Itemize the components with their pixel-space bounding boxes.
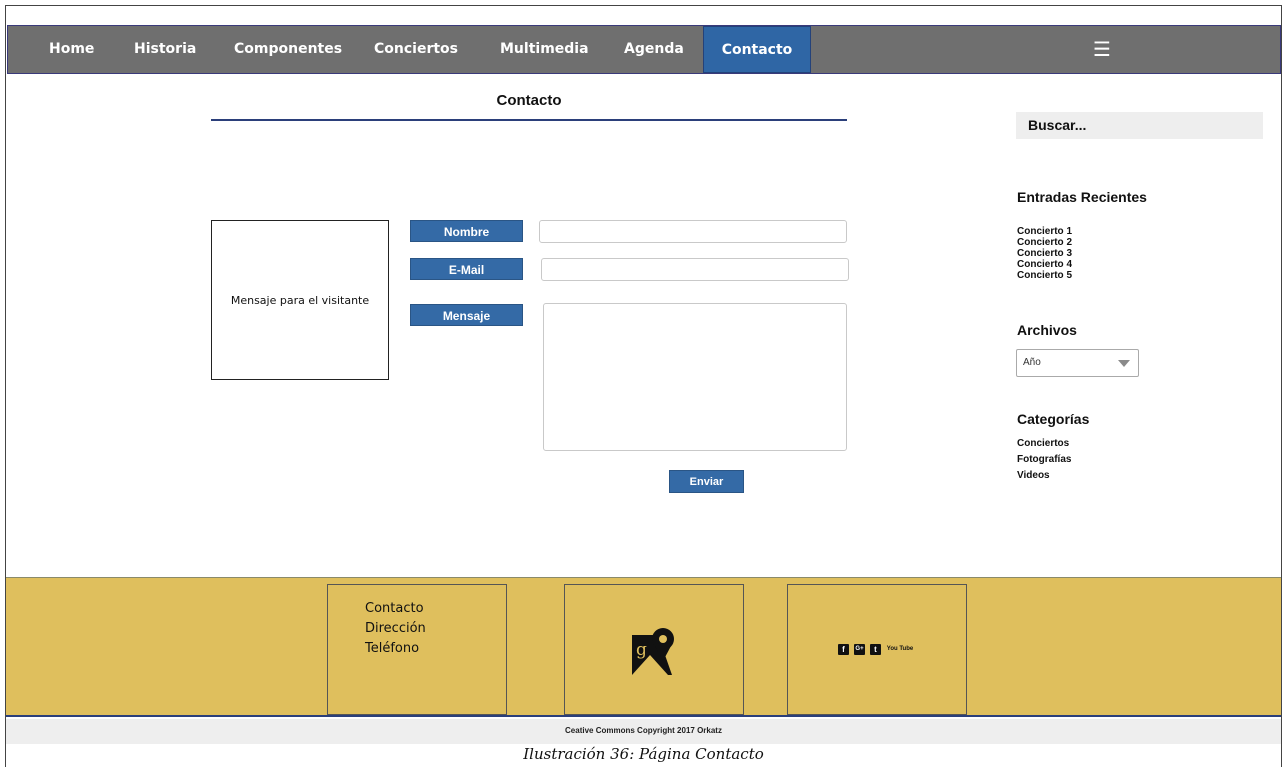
top-navbar: Home Historia Componentes Conciertos Mul… xyxy=(7,25,1281,74)
nav-conciertos[interactable]: Conciertos xyxy=(374,26,458,73)
list-item[interactable]: Concierto 3 xyxy=(1017,248,1072,259)
chevron-down-icon xyxy=(1118,360,1130,367)
google-maps-icon[interactable]: g xyxy=(628,625,680,677)
recent-entries-list: Concierto 1 Concierto 2 Concierto 3 Conc… xyxy=(1017,226,1072,281)
year-select-value: Año xyxy=(1023,357,1041,368)
footer-map-box: g xyxy=(564,584,744,715)
categories-heading: Categorías xyxy=(1017,411,1090,427)
footer: Contacto Dirección Teléfono g f G+ t You… xyxy=(6,577,1281,717)
page-title: Contacto xyxy=(496,92,562,109)
categories-list: Conciertos Fotografías Videos xyxy=(1017,436,1071,484)
recent-entries-heading: Entradas Recientes xyxy=(1017,189,1147,205)
message-label: Mensaje xyxy=(410,304,523,326)
visitor-message-box: Mensaje para el visitante xyxy=(211,220,389,380)
footer-social-box: f G+ t You Tube xyxy=(787,584,967,715)
title-divider xyxy=(211,119,847,121)
nav-home[interactable]: Home xyxy=(49,26,94,73)
youtube-icon[interactable]: You Tube xyxy=(886,644,914,655)
list-item[interactable]: Concierto 4 xyxy=(1017,259,1072,270)
list-item[interactable]: Videos xyxy=(1017,468,1071,484)
footer-contact-box: Contacto Dirección Teléfono xyxy=(327,584,507,715)
nav-contacto[interactable]: Contacto xyxy=(703,26,811,73)
nav-componentes[interactable]: Componentes xyxy=(234,26,342,73)
message-field[interactable] xyxy=(543,303,847,451)
year-select[interactable]: Año xyxy=(1016,349,1139,377)
list-item[interactable]: Fotografías xyxy=(1017,452,1071,468)
google-plus-icon[interactable]: G+ xyxy=(854,644,865,655)
svg-text:g: g xyxy=(636,640,647,660)
search-input[interactable]: Buscar... xyxy=(1016,112,1263,139)
nav-historia[interactable]: Historia xyxy=(134,26,196,73)
social-icons: f G+ t You Tube xyxy=(838,644,914,655)
list-item[interactable]: Concierto 5 xyxy=(1017,270,1072,281)
facebook-icon[interactable]: f xyxy=(838,644,849,655)
hamburger-icon[interactable]: ☰ xyxy=(1093,26,1111,73)
list-item[interactable]: Concierto 1 xyxy=(1017,226,1072,237)
footer-link-direccion[interactable]: Dirección xyxy=(365,619,426,639)
copyright-text: Ceative Commons Copyright 2017 Orkatz xyxy=(565,726,722,735)
name-field[interactable] xyxy=(539,220,847,243)
send-button[interactable]: Enviar xyxy=(669,470,744,493)
archives-heading: Archivos xyxy=(1017,322,1077,338)
copyright-bar: Ceative Commons Copyright 2017 Orkatz xyxy=(6,719,1281,744)
list-item[interactable]: Conciertos xyxy=(1017,436,1071,452)
footer-link-contacto[interactable]: Contacto xyxy=(365,599,426,619)
figure-caption: Ilustración 36: Página Contacto xyxy=(523,745,764,763)
list-item[interactable]: Concierto 2 xyxy=(1017,237,1072,248)
footer-link-telefono[interactable]: Teléfono xyxy=(365,639,426,659)
name-label: Nombre xyxy=(410,220,523,242)
footer-contact-list: Contacto Dirección Teléfono xyxy=(365,599,426,659)
nav-agenda[interactable]: Agenda xyxy=(624,26,684,73)
email-field[interactable] xyxy=(541,258,849,281)
twitter-icon[interactable]: t xyxy=(870,644,881,655)
nav-multimedia[interactable]: Multimedia xyxy=(500,26,589,73)
email-label: E-Mail xyxy=(410,258,523,280)
visitor-message-text: Mensaje para el visitante xyxy=(230,293,370,307)
